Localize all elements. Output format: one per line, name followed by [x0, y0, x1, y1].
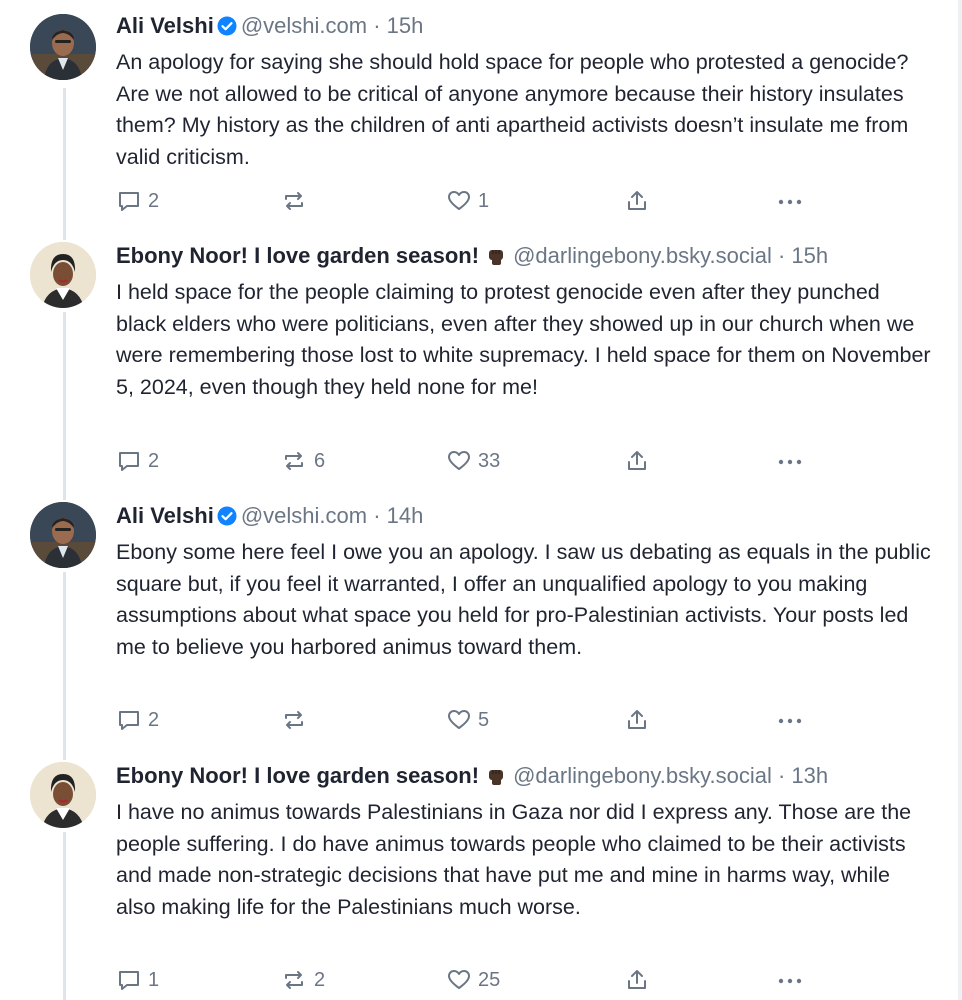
reply-button[interactable]: 2: [116, 446, 159, 476]
like-button[interactable]: 25: [446, 965, 500, 995]
post-actions: 2 5: [116, 705, 816, 735]
thread-line: [63, 88, 66, 240]
reply-icon: [119, 452, 139, 471]
more-icon: [778, 718, 802, 724]
raised-fist-icon: [485, 764, 507, 794]
reply-count: 2: [148, 708, 160, 731]
verified-badge-icon: [217, 14, 237, 44]
like-count: 1: [478, 189, 490, 212]
separator: ·: [777, 243, 786, 268]
post-time[interactable]: 15h: [791, 243, 828, 268]
post-time[interactable]: 15h: [387, 13, 424, 38]
avatar[interactable]: [30, 14, 96, 80]
post-actions: 1 2 25: [116, 965, 816, 995]
separator: ·: [777, 763, 786, 788]
more-button[interactable]: [776, 965, 810, 995]
reply-count: 2: [148, 189, 160, 212]
repost-button[interactable]: 2: [280, 965, 325, 995]
reply-button[interactable]: 2: [116, 186, 159, 216]
more-icon: [778, 978, 802, 984]
author-handle[interactable]: @darlingebony.bsky.social: [513, 243, 772, 268]
like-icon: [448, 710, 470, 729]
repost-icon: [285, 192, 303, 210]
more-icon: [778, 199, 802, 205]
reply-icon: [119, 971, 139, 990]
reply-icon: [119, 192, 139, 211]
post-text: Ebony some here feel I owe you an apolog…: [116, 540, 937, 659]
post-text: An apology for saying she should hold sp…: [116, 50, 915, 169]
repost-icon: [285, 711, 303, 729]
like-icon: [448, 970, 470, 989]
separator: ·: [373, 503, 381, 528]
thread-line: [63, 572, 66, 760]
like-button[interactable]: 5: [446, 705, 489, 735]
avatar[interactable]: [30, 242, 96, 308]
author-handle[interactable]: @velshi.com: [241, 503, 367, 528]
reply-icon: [119, 711, 139, 730]
raised-fist-icon: [485, 244, 507, 274]
repost-button[interactable]: 6: [280, 446, 325, 476]
author-name[interactable]: Ebony Noor! I love garden season!: [116, 243, 479, 268]
reply-button[interactable]: 2: [116, 705, 159, 735]
like-count: 5: [478, 708, 490, 731]
like-icon: [448, 451, 470, 470]
author-handle[interactable]: @velshi.com: [241, 13, 367, 38]
like-button[interactable]: 33: [446, 446, 500, 476]
thread-line: [63, 832, 66, 1000]
like-count: 33: [478, 449, 501, 472]
post-actions: 2 1: [116, 186, 816, 216]
thread-line: [63, 312, 66, 500]
post-text: I have no animus towards Palestinians in…: [116, 800, 918, 919]
repost-button[interactable]: [280, 705, 314, 735]
author-name[interactable]: Ali Velshi: [116, 13, 214, 38]
post-time[interactable]: 14h: [387, 503, 424, 528]
share-icon: [628, 451, 646, 470]
repost-icon: [285, 452, 303, 470]
share-button[interactable]: [624, 446, 656, 476]
verified-badge-icon: [217, 504, 237, 534]
like-button[interactable]: 1: [446, 186, 489, 216]
repost-count: 2: [314, 968, 326, 991]
share-icon: [628, 970, 646, 989]
reply-count: 1: [148, 968, 160, 991]
avatar[interactable]: [30, 762, 96, 828]
reply-button[interactable]: 1: [116, 965, 159, 995]
author-name[interactable]: Ali Velshi: [116, 503, 214, 528]
avatar[interactable]: [30, 502, 96, 568]
more-button[interactable]: [776, 446, 810, 476]
repost-icon: [285, 971, 303, 989]
repost-count: 6: [314, 449, 326, 472]
more-button[interactable]: [776, 705, 810, 735]
repost-button[interactable]: [280, 186, 314, 216]
more-button[interactable]: [776, 186, 810, 216]
post-text: I held space for the people claiming to …: [116, 280, 937, 399]
reply-count: 2: [148, 449, 160, 472]
share-button[interactable]: [624, 965, 656, 995]
like-icon: [448, 191, 470, 210]
share-button[interactable]: [624, 705, 656, 735]
more-icon: [778, 459, 802, 465]
separator: ·: [373, 13, 381, 38]
like-count: 25: [478, 968, 501, 991]
share-button[interactable]: [624, 186, 656, 216]
author-name[interactable]: Ebony Noor! I love garden season!: [116, 763, 479, 788]
post-time[interactable]: 13h: [791, 763, 828, 788]
author-handle[interactable]: @darlingebony.bsky.social: [513, 763, 772, 788]
share-icon: [628, 710, 646, 729]
share-icon: [628, 191, 646, 210]
scroll-edge: [958, 0, 962, 1000]
post-actions: 2 6 33: [116, 446, 816, 476]
